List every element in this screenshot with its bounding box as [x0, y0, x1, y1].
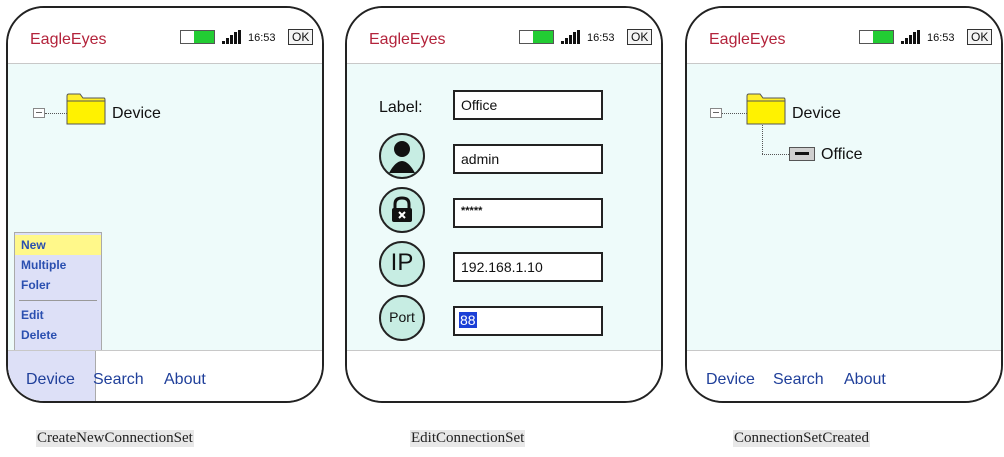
- ok-button[interactable]: OK: [967, 29, 993, 45]
- ok-button[interactable]: OK: [627, 29, 653, 45]
- folder-icon[interactable]: [66, 93, 106, 125]
- battery-icon: [519, 30, 554, 44]
- signal-icon: [901, 30, 920, 44]
- tree-node-device[interactable]: Device: [112, 105, 161, 123]
- menu-item-new[interactable]: New: [15, 235, 101, 255]
- softkey-bar: [347, 350, 661, 401]
- softkey-device[interactable]: Device: [26, 371, 75, 389]
- status-bar: EagleEyes 16:53 OK: [8, 8, 322, 64]
- signal-icon: [222, 30, 241, 44]
- username-field[interactable]: admin: [453, 144, 603, 174]
- clock-time: 16:53: [587, 32, 615, 44]
- battery-icon: [180, 30, 215, 44]
- tree-node-device[interactable]: Device: [792, 105, 841, 123]
- tree-expander-icon[interactable]: [33, 108, 45, 118]
- tree-node-office[interactable]: Office: [821, 146, 863, 164]
- clock-time: 16:53: [927, 32, 955, 44]
- softkey-bar: Device Search About: [8, 350, 322, 401]
- tree-connector: [762, 125, 763, 154]
- app-title: EagleEyes: [369, 31, 446, 48]
- softkey-about[interactable]: About: [844, 371, 886, 389]
- app-title: EagleEyes: [30, 31, 107, 48]
- menu-item-multiple[interactable]: Multiple: [15, 255, 101, 275]
- caption-create-new-connection-set: CreateNewConnectionSet: [36, 430, 194, 447]
- ip-icon: IP: [379, 241, 425, 287]
- caption-edit-connection-set: EditConnectionSet: [410, 430, 526, 447]
- app-title: EagleEyes: [709, 31, 786, 48]
- tree-connector: [722, 113, 747, 114]
- label-field[interactable]: Office: [453, 90, 603, 120]
- tree-connector: [762, 154, 789, 155]
- status-bar: EagleEyes 16:53 OK: [347, 8, 661, 64]
- user-icon: [379, 133, 425, 179]
- phone-create-new-connection-set: EagleEyes 16:53 OK Device New Multiple F…: [6, 6, 324, 403]
- port-icon: Port: [379, 295, 425, 341]
- signal-icon: [561, 30, 580, 44]
- options-popup-menu: New Multiple Foler Edit Delete: [14, 232, 102, 352]
- battery-icon: [859, 30, 894, 44]
- menu-divider: [19, 300, 97, 301]
- device-tree-panel: Device Office: [687, 64, 1001, 350]
- tree-expander-icon[interactable]: [710, 108, 722, 118]
- ip-icon-text: IP: [390, 249, 414, 276]
- softkey-search[interactable]: Search: [773, 371, 824, 389]
- menu-item-edit[interactable]: Edit: [15, 305, 101, 325]
- password-field[interactable]: *****: [453, 198, 603, 228]
- caption-connection-set-created: ConnectionSetCreated: [733, 430, 870, 447]
- folder-icon[interactable]: [746, 93, 786, 125]
- phone-edit-connection-set: EagleEyes 16:53 OK Label: Office admin *…: [345, 6, 663, 403]
- port-field[interactable]: 88: [453, 306, 603, 336]
- softkey-bar: Device Search About: [687, 350, 1001, 401]
- connection-form: Label: Office admin ***** IP 192.168.1.1…: [347, 64, 661, 350]
- ok-button[interactable]: OK: [288, 29, 314, 45]
- menu-item-delete[interactable]: Delete: [15, 325, 101, 345]
- softkey-about[interactable]: About: [164, 371, 206, 389]
- clock-time: 16:53: [248, 32, 276, 44]
- ip-address-field[interactable]: 192.168.1.10: [453, 252, 603, 282]
- tree-connector: [45, 113, 67, 114]
- menu-item-folder[interactable]: Foler: [15, 275, 101, 295]
- port-icon-text: Port: [389, 309, 415, 325]
- connection-node-icon[interactable]: [789, 147, 815, 161]
- softkey-device[interactable]: Device: [706, 371, 755, 389]
- status-bar: EagleEyes 16:53 OK: [687, 8, 1001, 64]
- label-caption: Label:: [379, 99, 423, 116]
- port-selected-text: 88: [459, 312, 477, 328]
- softkey-search[interactable]: Search: [93, 371, 144, 389]
- phone-connection-set-created: EagleEyes 16:53 OK Device Office Device …: [685, 6, 1003, 403]
- lock-icon: [379, 187, 425, 233]
